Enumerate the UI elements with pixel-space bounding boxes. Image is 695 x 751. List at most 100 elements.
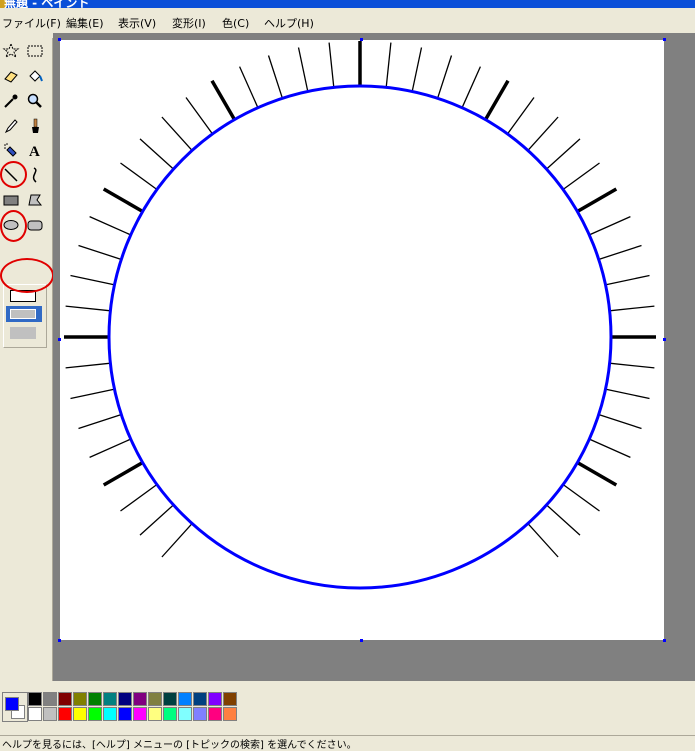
magnifier-tool[interactable] bbox=[24, 90, 46, 112]
minor-tick bbox=[610, 305, 655, 312]
minor-tick bbox=[610, 362, 655, 369]
minor-tick bbox=[89, 438, 131, 458]
palette-swatch[interactable] bbox=[133, 692, 147, 706]
airbrush-tool[interactable] bbox=[0, 139, 22, 161]
rounded-rect-icon bbox=[27, 220, 43, 231]
menu-bar: ファイル(F) 編集(E) 表示(V) 変形(I) 色(C) ヘルプ(H) bbox=[0, 12, 695, 32]
menu-view[interactable]: 表示(V) bbox=[118, 15, 156, 31]
line-tool[interactable] bbox=[0, 164, 22, 186]
palette-swatch[interactable] bbox=[103, 707, 117, 721]
polygon-icon bbox=[28, 194, 43, 206]
resize-handle-mr[interactable] bbox=[663, 338, 666, 341]
major-tick bbox=[577, 461, 618, 487]
text-tool[interactable]: A bbox=[24, 139, 46, 161]
pencil-tool[interactable] bbox=[0, 115, 22, 137]
palette-swatch[interactable] bbox=[178, 692, 192, 706]
minor-tick bbox=[563, 484, 600, 512]
palette-swatch[interactable] bbox=[118, 707, 132, 721]
minor-tick bbox=[239, 66, 259, 108]
menu-colors[interactable]: 色(C) bbox=[222, 15, 249, 31]
resize-handle-bm[interactable] bbox=[360, 639, 363, 642]
minor-tick bbox=[161, 523, 192, 558]
palette-swatch[interactable] bbox=[103, 692, 117, 706]
color-box bbox=[0, 688, 695, 732]
palette-swatch[interactable] bbox=[163, 692, 177, 706]
minor-tick bbox=[161, 116, 192, 151]
outline-fill-option-selected[interactable] bbox=[6, 306, 42, 322]
minor-tick bbox=[328, 42, 335, 87]
palette-swatch[interactable] bbox=[73, 707, 87, 721]
resize-handle-br[interactable] bbox=[663, 639, 666, 642]
rounded-rect-tool[interactable] bbox=[24, 214, 46, 236]
minor-tick bbox=[120, 484, 157, 512]
resize-handle-tm bbox=[360, 38, 363, 41]
palette-swatch[interactable] bbox=[193, 692, 207, 706]
resize-handle-bl bbox=[58, 639, 61, 642]
major-tick bbox=[102, 187, 143, 213]
palette-swatch[interactable] bbox=[28, 692, 42, 706]
minor-tick bbox=[185, 97, 213, 134]
palette-swatch[interactable] bbox=[28, 707, 42, 721]
line-icon bbox=[4, 168, 18, 182]
palette-swatch[interactable] bbox=[163, 707, 177, 721]
fill-only-option[interactable] bbox=[10, 327, 36, 339]
menu-file[interactable]: ファイル(F) bbox=[2, 15, 61, 31]
palette-swatch[interactable] bbox=[148, 707, 162, 721]
polygon-tool[interactable] bbox=[24, 189, 46, 211]
palette-swatch[interactable] bbox=[58, 707, 72, 721]
minor-tick bbox=[546, 138, 581, 169]
minor-tick bbox=[589, 438, 631, 458]
major-tick bbox=[102, 461, 143, 487]
current-colors[interactable] bbox=[2, 692, 28, 722]
minor-tick bbox=[120, 162, 157, 190]
star-select-icon bbox=[2, 42, 20, 59]
eraser-icon bbox=[4, 71, 18, 83]
palette-swatch[interactable] bbox=[88, 707, 102, 721]
ellipse-icon bbox=[3, 220, 19, 230]
minor-tick bbox=[139, 138, 174, 169]
palette-swatch[interactable] bbox=[88, 692, 102, 706]
minor-tick bbox=[461, 66, 481, 108]
minor-tick bbox=[65, 305, 110, 312]
minor-tick bbox=[546, 505, 581, 536]
minor-tick bbox=[507, 97, 535, 134]
eraser-tool[interactable] bbox=[0, 65, 22, 87]
drawing-canvas[interactable] bbox=[60, 40, 664, 640]
dial-drawing bbox=[64, 41, 656, 590]
menu-image[interactable]: 変形(I) bbox=[172, 15, 206, 31]
palette-swatch[interactable] bbox=[148, 692, 162, 706]
ellipse-tool[interactable] bbox=[0, 214, 22, 236]
title-bar: 無題 - ペイント bbox=[0, 0, 695, 8]
major-tick bbox=[210, 79, 236, 120]
minor-tick bbox=[528, 116, 559, 151]
menu-help[interactable]: ヘルプ(H) bbox=[264, 15, 314, 31]
palette-swatch[interactable] bbox=[73, 692, 87, 706]
minor-tick bbox=[78, 244, 121, 260]
palette-swatch[interactable] bbox=[43, 707, 57, 721]
color-picker-tool[interactable] bbox=[0, 90, 22, 112]
foreground-color-swatch bbox=[5, 697, 19, 711]
rect-select-tool[interactable] bbox=[24, 40, 46, 62]
minor-tick bbox=[589, 216, 631, 236]
free-select-tool[interactable] bbox=[0, 40, 22, 62]
curve-tool[interactable] bbox=[24, 164, 46, 186]
palette-swatch[interactable] bbox=[58, 692, 72, 706]
brush-tool[interactable] bbox=[24, 115, 46, 137]
paint-bucket-icon bbox=[29, 70, 43, 82]
blue-circle bbox=[107, 84, 613, 590]
rectangle-tool[interactable] bbox=[0, 189, 22, 211]
minor-tick bbox=[606, 388, 650, 400]
palette-swatch[interactable] bbox=[208, 707, 222, 721]
minor-tick bbox=[89, 216, 131, 236]
outline-only-option[interactable] bbox=[10, 290, 36, 302]
palette-swatch[interactable] bbox=[43, 692, 57, 706]
palette-swatch[interactable] bbox=[118, 692, 132, 706]
palette-swatch[interactable] bbox=[208, 692, 222, 706]
palette-swatch[interactable] bbox=[133, 707, 147, 721]
fill-tool[interactable] bbox=[24, 65, 46, 87]
menu-edit[interactable]: 編集(E) bbox=[66, 15, 104, 31]
palette-swatch[interactable] bbox=[178, 707, 192, 721]
palette-swatch[interactable] bbox=[193, 707, 207, 721]
palette-swatch[interactable] bbox=[223, 707, 237, 721]
palette-swatch[interactable] bbox=[223, 692, 237, 706]
